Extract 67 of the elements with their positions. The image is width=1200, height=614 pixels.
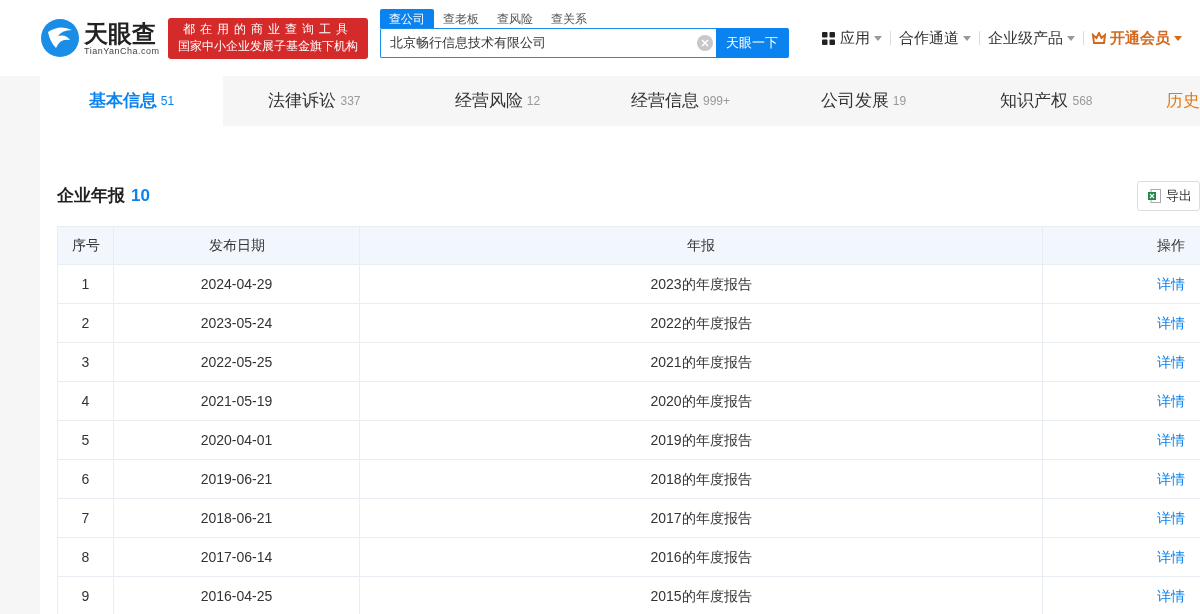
- export-button[interactable]: 导出: [1137, 181, 1200, 211]
- details-link[interactable]: 详情: [1157, 509, 1185, 526]
- caret-icon: [962, 35, 971, 41]
- table-cell: 2016的年度报告: [650, 548, 752, 565]
- table-cell: 2022-05-25: [200, 353, 273, 370]
- search-field[interactable]: 北京畅行信息技术有限公司: [379, 28, 716, 58]
- crown-icon: [1091, 32, 1106, 44]
- table-cell: 2017-06-14: [200, 548, 273, 565]
- table-cell: 2019的年度报告: [650, 431, 752, 448]
- details-link[interactable]: 详情: [1157, 470, 1185, 487]
- table-cell: 2020-04-01: [200, 431, 273, 448]
- table-cell: 2017的年度报告: [650, 509, 752, 526]
- table-cell: 2015的年度报告: [650, 587, 752, 604]
- nav-menu[interactable]: 企业级产品: [987, 26, 1075, 50]
- table-cell: 9: [81, 587, 90, 604]
- details-link[interactable]: 详情: [1157, 314, 1185, 331]
- details-link[interactable]: 详情: [1157, 431, 1185, 448]
- table-cell: 2019-06-21: [200, 470, 273, 487]
- column-header: 操作: [1157, 237, 1185, 253]
- grid-icon: [821, 31, 835, 45]
- table-cell: 2018-06-21: [200, 509, 273, 526]
- table-cell: 6: [81, 470, 90, 487]
- logo-domain: TianYanCha.com: [84, 46, 160, 56]
- table-cell: 2016-04-25: [200, 587, 273, 604]
- clear-icon[interactable]: [697, 35, 713, 51]
- nav-menu[interactable]: 应用: [821, 26, 882, 50]
- table-cell: 2022的年度报告: [650, 314, 752, 331]
- slogan-text: 都在用的商业查询工具: [182, 21, 353, 38]
- nav-menu[interactable]: 合作通道: [898, 26, 971, 50]
- logo-icon: [40, 18, 80, 58]
- table-cell: 2021的年度报告: [650, 353, 752, 370]
- search-tab[interactable]: 查关系: [541, 9, 596, 28]
- table-cell: 2018的年度报告: [650, 470, 752, 487]
- nav-menu[interactable]: 开通会员: [1091, 26, 1182, 50]
- caret-icon: [1066, 35, 1075, 41]
- column-header: 发布日期: [208, 237, 265, 253]
- caret-icon: [873, 35, 882, 41]
- table-cell: 2023的年度报告: [650, 275, 752, 292]
- slogan-text: 国家中小企业发展子基金旗下机构: [177, 38, 358, 55]
- table-cell: 2023-05-24: [200, 314, 273, 331]
- section-title: 企业年报: [57, 185, 125, 208]
- details-link[interactable]: 详情: [1157, 587, 1185, 604]
- column-header: 序号: [71, 237, 100, 253]
- caret-icon: [1173, 35, 1182, 41]
- logo-text: 天眼查: [84, 20, 157, 47]
- table-cell: 2020的年度报告: [650, 392, 752, 409]
- details-link[interactable]: 详情: [1157, 548, 1185, 565]
- column-header: 年报: [687, 237, 715, 253]
- spreadsheet-icon: [1148, 189, 1161, 203]
- table-cell: 8: [81, 548, 90, 565]
- details-link[interactable]: 详情: [1157, 353, 1185, 370]
- details-link[interactable]: 详情: [1157, 275, 1185, 292]
- search-button[interactable]: 天眼一下: [715, 28, 789, 58]
- table-cell: 1: [81, 275, 90, 292]
- search-tab[interactable]: 查公司: [379, 9, 434, 28]
- search-tab[interactable]: 查老板: [433, 9, 488, 28]
- details-link[interactable]: 详情: [1157, 392, 1185, 409]
- table-cell: 3: [81, 353, 90, 370]
- table-cell: 2024-04-29: [200, 275, 273, 292]
- table-cell: 7: [81, 509, 90, 526]
- section-tab[interactable]: 基本信息 51: [40, 76, 223, 126]
- table-cell: 4: [81, 392, 90, 409]
- table-cell: 2: [81, 314, 90, 331]
- table-cell: 2021-05-19: [200, 392, 273, 409]
- table-cell: 5: [81, 431, 90, 448]
- search-tab[interactable]: 查风险: [487, 9, 542, 28]
- section-count: 10: [131, 185, 150, 208]
